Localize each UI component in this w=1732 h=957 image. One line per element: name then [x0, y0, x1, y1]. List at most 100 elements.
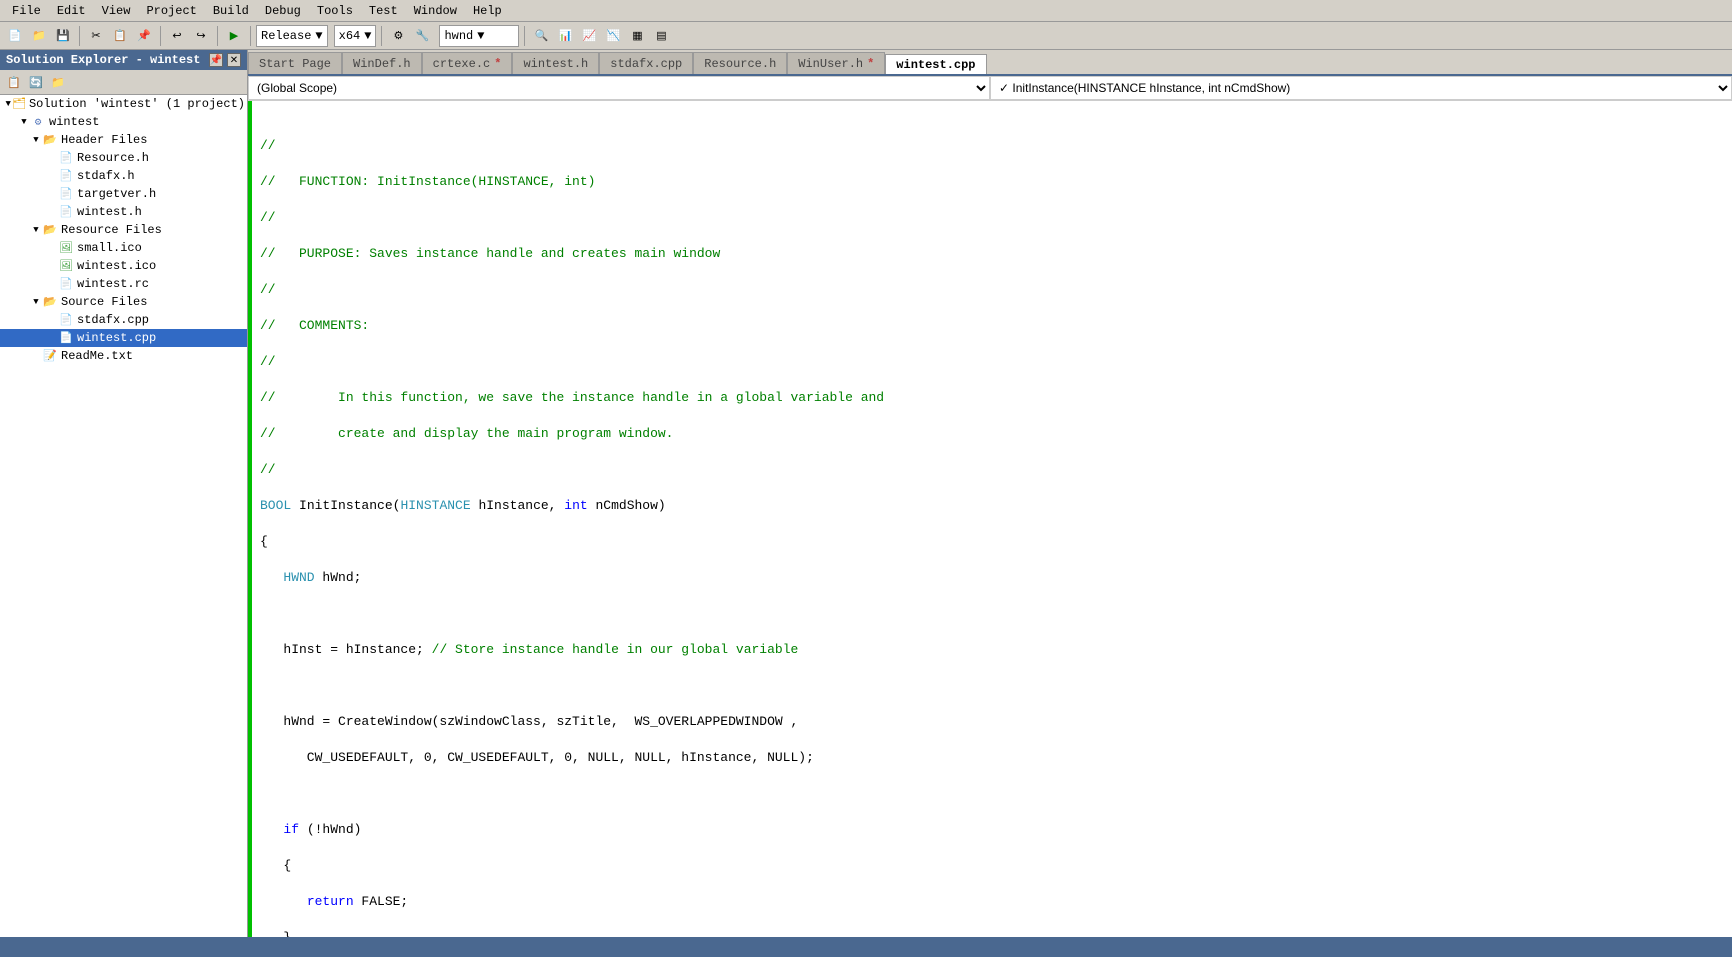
toolbar: 📄 📁 💾 ✂ 📋 📌 ↩ ↪ ▶ Release ▼ x64 ▼ ⚙ 🔧 hw…: [0, 22, 1732, 50]
code-editor[interactable]: // // FUNCTION: InitInstance(HINSTANCE, …: [248, 101, 1732, 937]
toolbar-cut[interactable]: ✂: [85, 25, 107, 47]
tree-solution[interactable]: ▼ 🗂 Solution 'wintest' (1 project): [0, 95, 247, 113]
toolbar-btn-11[interactable]: ▦: [626, 25, 648, 47]
menu-window[interactable]: Window: [406, 2, 465, 20]
main-area: Solution Explorer - wintest 📌 ✕ 📋 🔄 📁 ▼ …: [0, 50, 1732, 937]
toolbar-copy[interactable]: 📋: [109, 25, 131, 47]
code-line: //: [252, 353, 1732, 371]
readme-icon: 📝: [42, 348, 58, 364]
se-refresh-btn[interactable]: 🔄: [26, 72, 46, 92]
toolbar-sep-2: [160, 26, 161, 46]
configuration-dropdown[interactable]: Release ▼: [256, 25, 328, 47]
solution-explorer: Solution Explorer - wintest 📌 ✕ 📋 🔄 📁 ▼ …: [0, 50, 248, 937]
resource-h-label: Resource.h: [77, 151, 149, 165]
toolbar-btn-5[interactable]: ⚙: [387, 25, 409, 47]
toolbar-btn-8[interactable]: 📊: [554, 25, 576, 47]
tree-targetver-h[interactable]: 📄 targetver.h: [0, 185, 247, 203]
header-files-label: Header Files: [61, 133, 147, 147]
target-dropdown[interactable]: hwnd ▼: [439, 25, 519, 47]
code-line: //: [252, 137, 1732, 155]
se-pin-btn[interactable]: 📌: [209, 53, 223, 67]
tab-wintest-cpp[interactable]: wintest.cpp: [885, 54, 986, 76]
se-properties-btn[interactable]: 📋: [4, 72, 24, 92]
code-line: }: [252, 929, 1732, 937]
code-line: [252, 677, 1732, 695]
menu-debug[interactable]: Debug: [257, 2, 309, 20]
readme-label: ReadMe.txt: [61, 349, 133, 363]
source-files-label: Source Files: [61, 295, 147, 309]
menu-test[interactable]: Test: [361, 2, 406, 20]
tab-stdafx-cpp[interactable]: stdafx.cpp: [599, 52, 693, 74]
code-content[interactable]: // // FUNCTION: InitInstance(HINSTANCE, …: [252, 101, 1732, 937]
platform-arrow: ▼: [364, 29, 371, 43]
tab-start-page[interactable]: Start Page: [248, 52, 342, 74]
stdafx-cpp-icon: 📄: [58, 312, 74, 328]
toolbar-open[interactable]: 📁: [28, 25, 50, 47]
wintest-ico-label: wintest.ico: [77, 259, 156, 273]
code-line: // PURPOSE: Saves instance handle and cr…: [252, 245, 1732, 263]
tree-stdafx-cpp[interactable]: 📄 stdafx.cpp: [0, 311, 247, 329]
code-line: [252, 101, 1732, 119]
menu-edit[interactable]: Edit: [49, 2, 94, 20]
menu-help[interactable]: Help: [465, 2, 510, 20]
code-line: {: [252, 857, 1732, 875]
scope-left-dropdown[interactable]: (Global Scope): [248, 76, 990, 100]
tree-wintest-h[interactable]: 📄 wintest.h: [0, 203, 247, 221]
code-line: {: [252, 533, 1732, 551]
targetver-h-icon: 📄: [58, 186, 74, 202]
toolbar-btn-6[interactable]: 🔧: [411, 25, 433, 47]
menu-view[interactable]: View: [94, 2, 139, 20]
toolbar-btn-7[interactable]: 🔍: [530, 25, 552, 47]
tab-crtexe-c[interactable]: crtexe.c *: [422, 52, 513, 74]
se-toolbar: 📋 🔄 📁: [0, 70, 247, 95]
tab-winuser-h[interactable]: WinUser.h *: [787, 52, 885, 74]
stdafx-h-icon: 📄: [58, 168, 74, 184]
toolbar-undo[interactable]: ↩: [166, 25, 188, 47]
tree-resource-h[interactable]: 📄 Resource.h: [0, 149, 247, 167]
tree-source-files[interactable]: ▼ 📂 Source Files: [0, 293, 247, 311]
code-line: // In this function, we save the instanc…: [252, 389, 1732, 407]
code-line: if (!hWnd): [252, 821, 1732, 839]
tab-wintest-h[interactable]: wintest.h: [512, 52, 599, 74]
source-files-icon: 📂: [42, 294, 58, 310]
toolbar-paste[interactable]: 📌: [133, 25, 155, 47]
toolbar-save[interactable]: 💾: [52, 25, 74, 47]
tree-wintest-ico[interactable]: 🖼 wintest.ico: [0, 257, 247, 275]
toolbar-btn-12[interactable]: ▤: [650, 25, 672, 47]
tree-readme[interactable]: 📝 ReadMe.txt: [0, 347, 247, 365]
solution-arrow: ▼: [5, 99, 12, 109]
menu-project[interactable]: Project: [138, 2, 204, 20]
menu-file[interactable]: File: [4, 2, 49, 20]
tree-wintest-cpp[interactable]: 📄 wintest.cpp: [0, 329, 247, 347]
platform-dropdown[interactable]: x64 ▼: [334, 25, 377, 47]
configuration-value: Release: [261, 29, 311, 43]
tree-resource-files[interactable]: ▼ 📂 Resource Files: [0, 221, 247, 239]
small-ico-icon: 🖼: [58, 240, 74, 256]
tree-wintest-rc[interactable]: 📄 wintest.rc: [0, 275, 247, 293]
platform-value: x64: [339, 29, 361, 43]
toolbar-start[interactable]: ▶: [223, 25, 245, 47]
scope-right-dropdown[interactable]: ✓ InitInstance(HINSTANCE hInstance, int …: [990, 76, 1732, 100]
menu-tools[interactable]: Tools: [309, 2, 361, 20]
code-line: //: [252, 461, 1732, 479]
target-arrow: ▼: [477, 29, 484, 43]
tree-header-files[interactable]: ▼ 📂 Header Files: [0, 131, 247, 149]
tab-windef-h[interactable]: WinDef.h: [342, 52, 422, 74]
tree-stdafx-h[interactable]: 📄 stdafx.h: [0, 167, 247, 185]
toolbar-btn-9[interactable]: 📈: [578, 25, 600, 47]
menu-build[interactable]: Build: [205, 2, 257, 20]
project-arrow: ▼: [18, 117, 30, 127]
tree-project[interactable]: ▼ ⚙ wintest: [0, 113, 247, 131]
crtexe-modified-indicator: *: [494, 57, 501, 71]
toolbar-new[interactable]: 📄: [4, 25, 26, 47]
target-value: hwnd: [444, 29, 473, 43]
toolbar-redo[interactable]: ↪: [190, 25, 212, 47]
tree-small-ico[interactable]: 🖼 small.ico: [0, 239, 247, 257]
code-line: HWND hWnd;: [252, 569, 1732, 587]
wintest-cpp-label: wintest.cpp: [77, 331, 156, 345]
toolbar-btn-10[interactable]: 📉: [602, 25, 624, 47]
se-close-btn[interactable]: ✕: [227, 53, 241, 67]
se-collapse-btn[interactable]: 📁: [48, 72, 68, 92]
wintest-cpp-icon: 📄: [58, 330, 74, 346]
tab-resource-h[interactable]: Resource.h: [693, 52, 787, 74]
